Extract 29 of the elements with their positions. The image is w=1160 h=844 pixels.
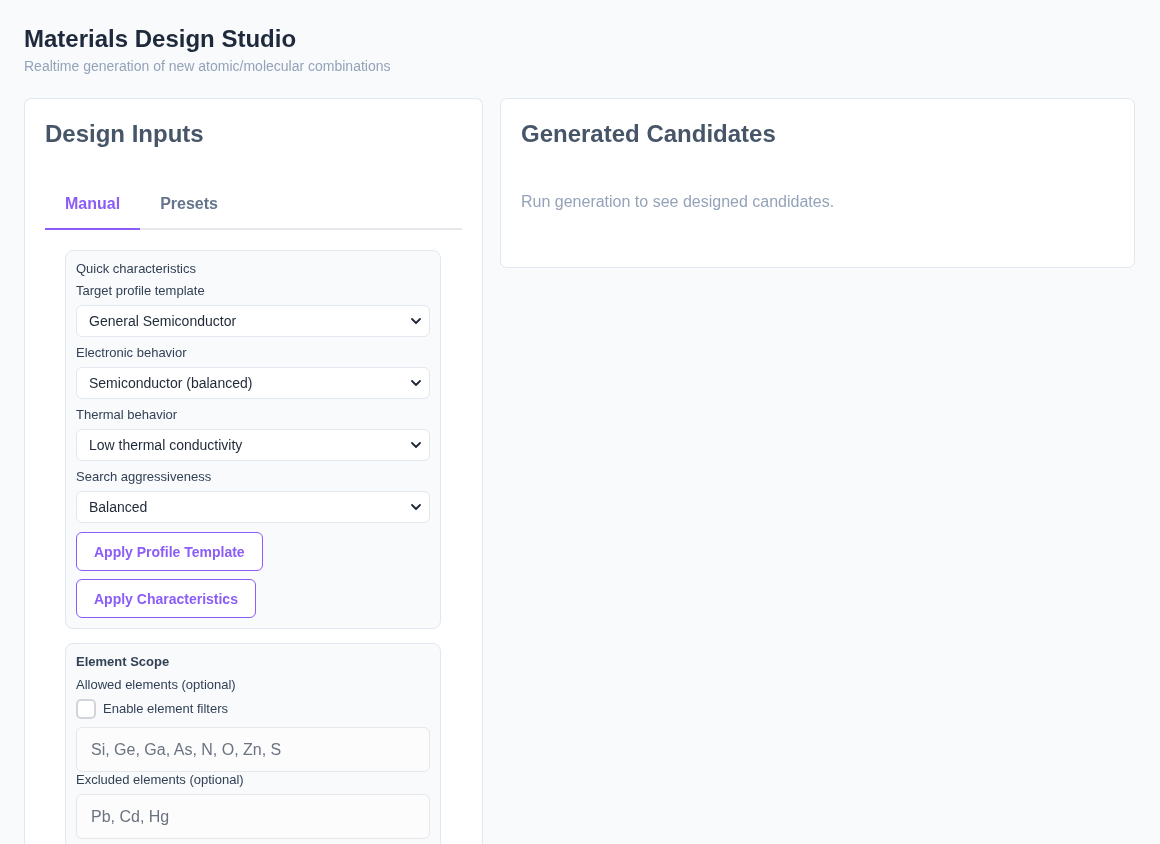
chevron-down-icon: [411, 504, 421, 510]
dropdown[interactable]: Balanced: [76, 491, 430, 523]
field-label: Allowed elements (optional): [76, 677, 236, 693]
field-label: Thermal behavior: [76, 407, 178, 423]
field-label: Search aggressiveness: [76, 469, 212, 485]
chevron-down-icon: [411, 442, 421, 448]
dropdown[interactable]: General Semiconductor: [76, 305, 430, 337]
tab[interactable]: Manual: [45, 178, 141, 230]
checkbox-label: Enable element filters: [103, 701, 228, 717]
app-title: Materials Design Studio: [24, 24, 297, 54]
chevron-down-icon: [411, 318, 421, 324]
input-field[interactable]: Si, Ge, Ga, As, N, O, Zn, S: [76, 727, 430, 772]
checkbox[interactable]: [76, 699, 96, 719]
dropdown[interactable]: Semiconductor (balanced): [76, 367, 430, 399]
section-heading: Quick characteristics: [76, 261, 196, 277]
section-heading: Element Scope: [76, 654, 170, 670]
field-label: Electronic behavior: [76, 345, 187, 361]
apply-button[interactable]: Apply Profile Template: [76, 532, 263, 571]
apply-button[interactable]: Apply Characteristics: [76, 579, 256, 618]
dropdown[interactable]: Low thermal conductivity: [76, 429, 430, 461]
panel-title: Design Inputs: [45, 119, 204, 149]
chevron-down-icon: [411, 380, 421, 386]
field-label: Target profile template: [76, 283, 205, 299]
panel-title: Generated Candidates: [521, 119, 776, 149]
tab[interactable]: Presets: [140, 178, 238, 230]
app-subtitle: Realtime generation of new atomic/molecular combinations: [24, 57, 391, 76]
empty-state-message: Run generation to see designed candidates.: [521, 192, 835, 212]
input-field[interactable]: Pb, Cd, Hg: [76, 794, 430, 839]
field-label: Excluded elements (optional): [76, 772, 244, 788]
